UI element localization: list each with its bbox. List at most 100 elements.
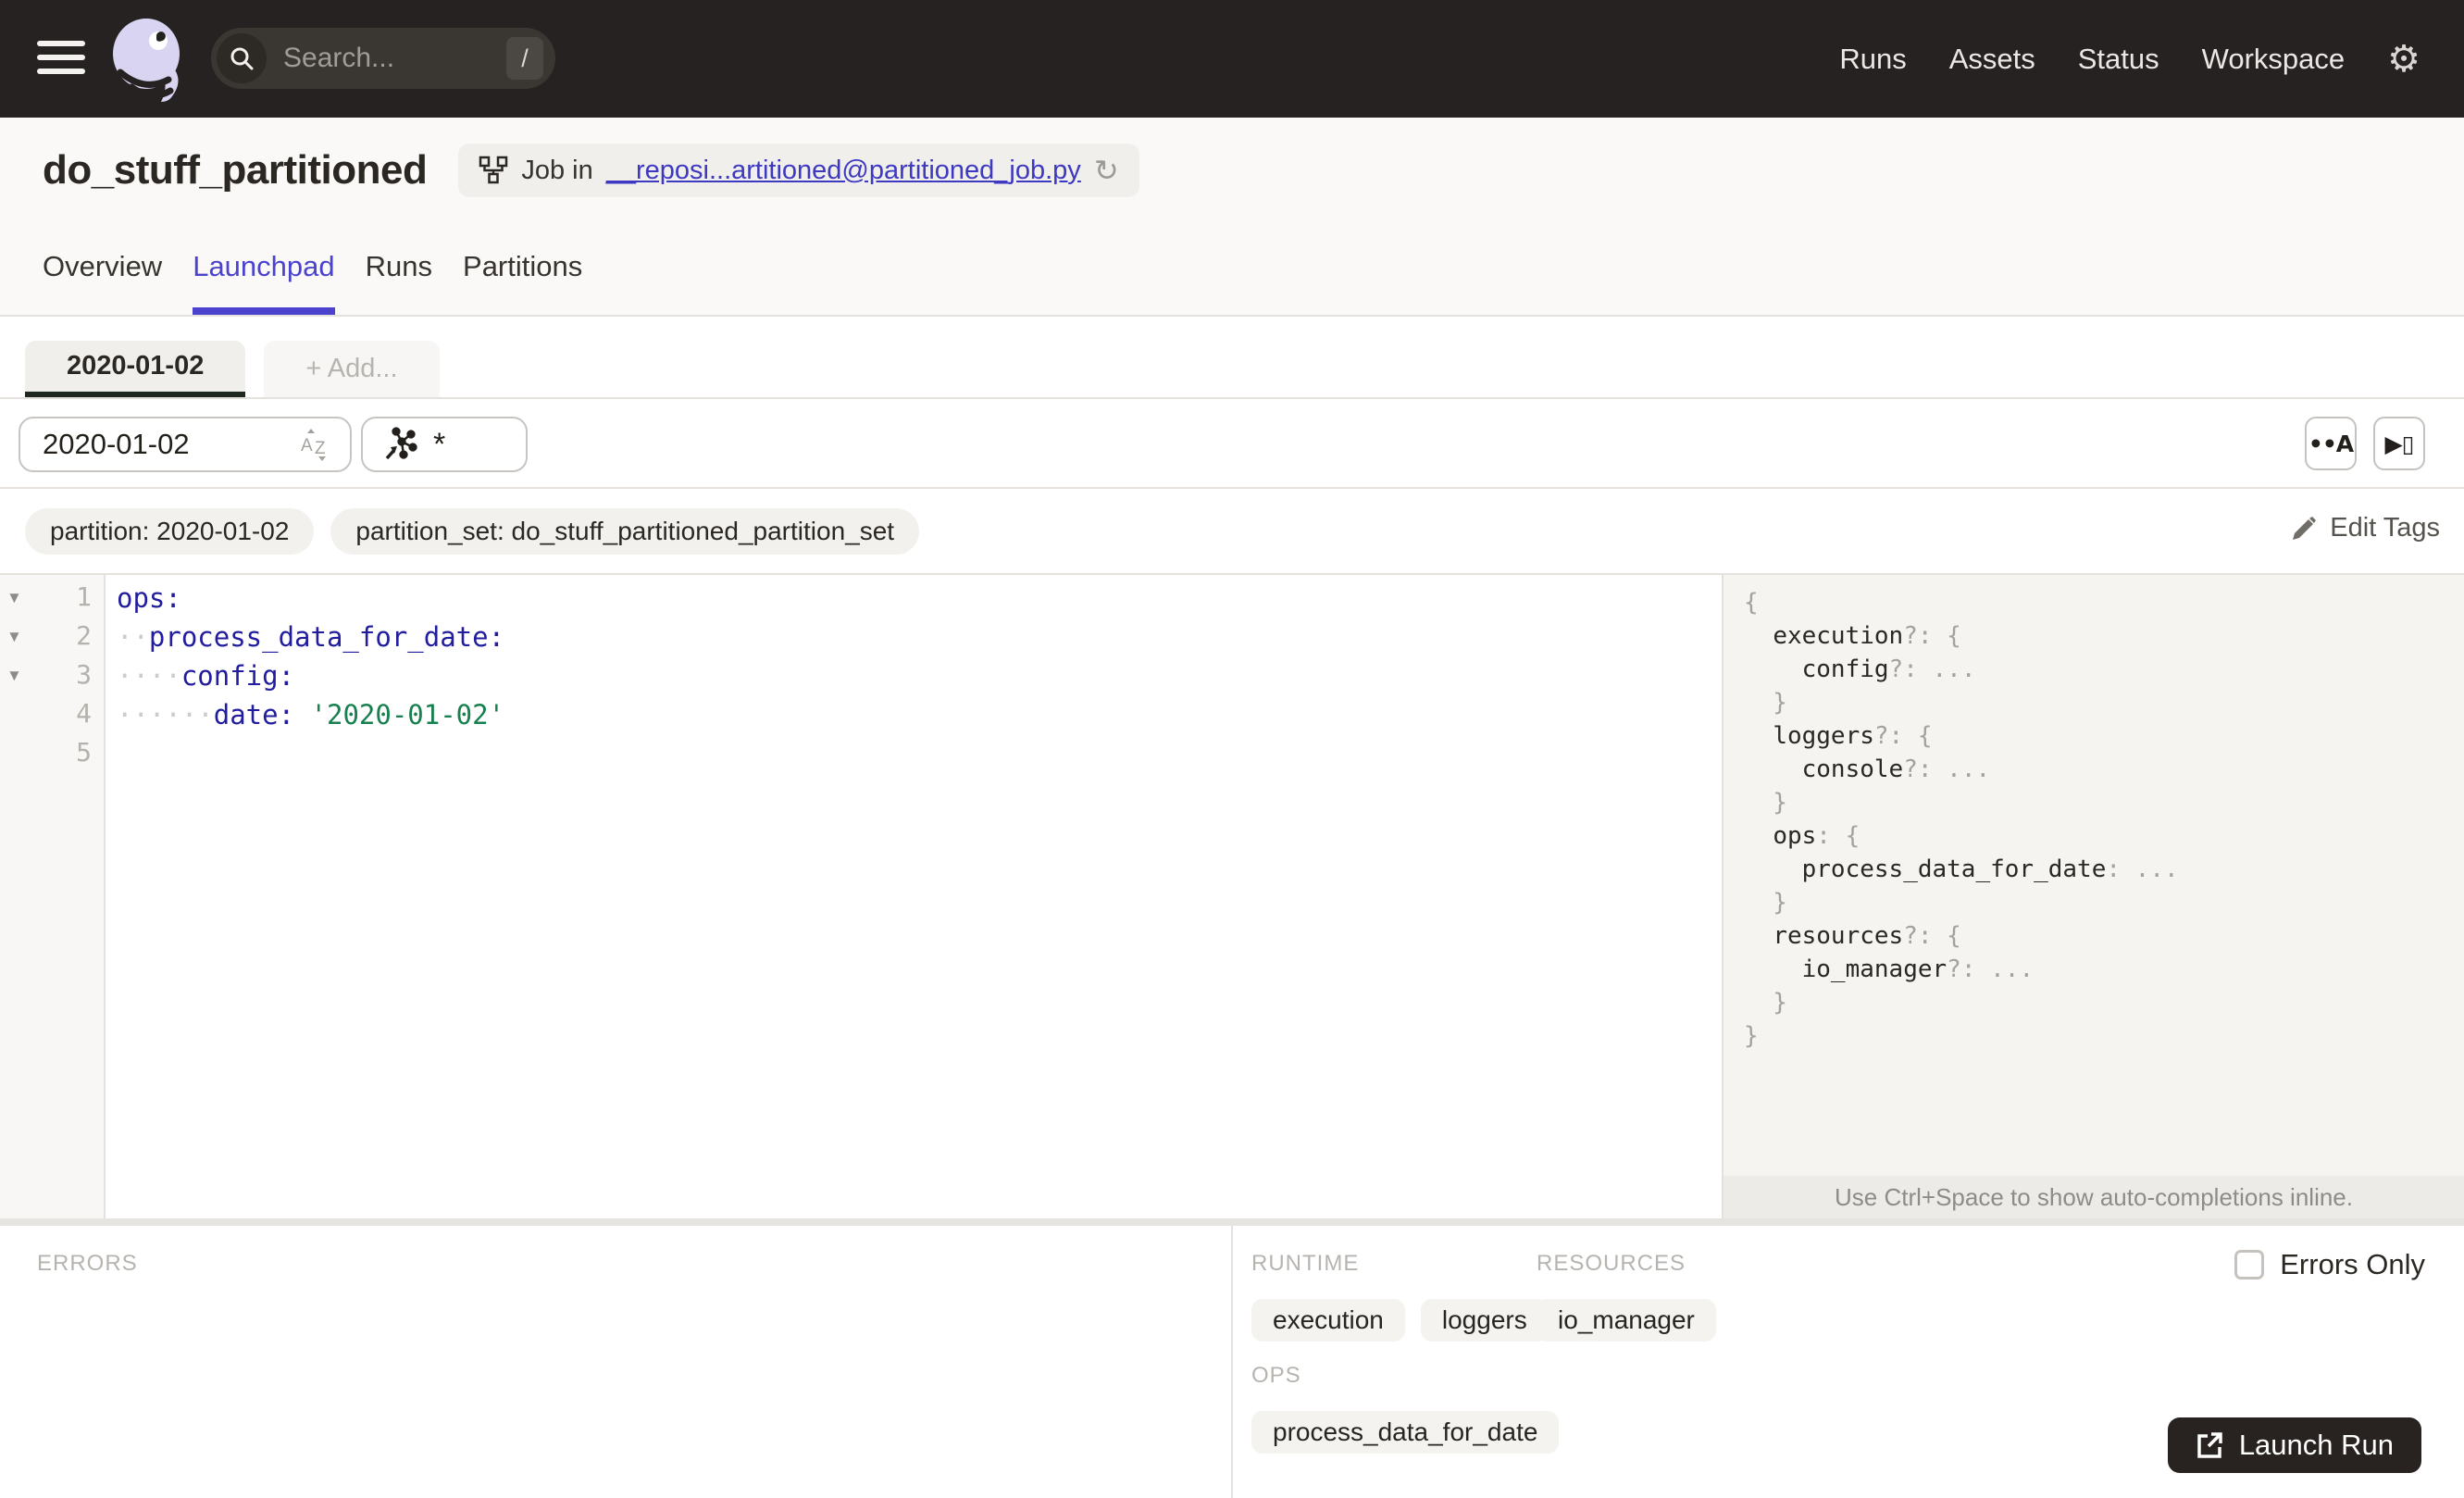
- gutter-line: 4: [0, 695, 104, 734]
- schema-line: }: [1744, 689, 1787, 717]
- top-nav-bar: Search... / Runs Assets Status Workspace…: [0, 0, 2464, 118]
- ops-group: OPS process_data_for_date: [1251, 1363, 1560, 1454]
- config-tab-partition[interactable]: 2020-01-02: [25, 341, 246, 397]
- errors-only-label: Errors Only: [2280, 1248, 2425, 1280]
- schema-line: loggers?: {: [1773, 722, 1933, 750]
- schema-line: }: [1744, 889, 1787, 917]
- job-origin-link[interactable]: __reposi...artitioned@partitioned_job.py: [606, 156, 1081, 186]
- run-tag: partition_set: do_stuff_partitioned_part…: [330, 508, 920, 555]
- job-origin-badge: Job in __reposi...artitioned@partitioned…: [458, 144, 1139, 197]
- nav-runs[interactable]: Runs: [1839, 43, 1906, 76]
- tab-runs[interactable]: Runs: [366, 250, 432, 315]
- schema-line: resources?: {: [1773, 922, 1961, 950]
- edit-tags-button[interactable]: Edit Tags: [2290, 513, 2440, 543]
- search-shortcut-badge: /: [506, 37, 543, 80]
- ops-label: OPS: [1251, 1363, 1301, 1388]
- autocomplete-hint: Use Ctrl+Space to show auto-completions …: [1724, 1176, 2464, 1218]
- schema-line: process_data_for_date: ...: [1801, 855, 2179, 883]
- workflow-icon: [479, 156, 508, 184]
- runtime-chip[interactable]: loggers: [1420, 1299, 1549, 1342]
- gutter-line: ▼ 2: [0, 618, 104, 656]
- nav-workspace[interactable]: Workspace: [2202, 43, 2346, 76]
- tab-overview[interactable]: Overview: [43, 250, 162, 315]
- errors-section-label: ERRORS: [37, 1251, 138, 1276]
- page-title: do_stuff_partitioned: [43, 147, 428, 193]
- resources-label: RESOURCES: [1537, 1251, 1686, 1276]
- job-tabs: Overview Launchpad Runs Partitions: [43, 250, 582, 315]
- line-number: 2: [76, 620, 92, 651]
- line-number: 4: [76, 698, 92, 729]
- dagster-logo-icon[interactable]: [104, 13, 193, 106]
- launch-run-label: Launch Run: [2238, 1429, 2394, 1461]
- ops-chip[interactable]: process_data_for_date: [1251, 1411, 1560, 1454]
- schema-line: ops: {: [1773, 822, 1860, 850]
- tab-launchpad[interactable]: Launchpad: [193, 250, 335, 315]
- fold-arrow-icon[interactable]: ▼: [6, 589, 22, 607]
- config-schema-panel: { execution?: { config?: ... } loggers?:…: [1722, 575, 2464, 1218]
- tags-row: partition: 2020-01-02 partition_set: do_s…: [0, 489, 2464, 575]
- launchpad-page: Search... / Runs Assets Status Workspace…: [0, 0, 2464, 1498]
- partition-select-value: 2020-01-02: [43, 428, 190, 460]
- selector-row: 2020-01-02 A Z * ••A ▶▯: [0, 399, 2464, 489]
- schema-line: }: [1744, 989, 1787, 1017]
- top-nav-links: Runs Assets Status Workspace ⚙: [1839, 0, 2420, 118]
- nav-status[interactable]: Status: [2078, 43, 2159, 76]
- op-graph-icon: [385, 427, 417, 460]
- gutter-line: 5: [0, 734, 104, 773]
- panel-splitter[interactable]: [0, 1218, 2464, 1226]
- add-config-tab-button[interactable]: + Add...: [264, 341, 440, 397]
- schema-line: {: [1744, 589, 1759, 617]
- page-header: do_stuff_partitioned Job in __reposi...a…: [0, 118, 2464, 317]
- edit-tags-label: Edit Tags: [2330, 513, 2440, 543]
- job-badge-prefix: Job in: [521, 155, 593, 185]
- bottom-divider: [1231, 1226, 1233, 1498]
- schema-line: config?: ...: [1801, 655, 1976, 683]
- code-line: ··process_data_for_date:: [117, 621, 505, 653]
- global-search[interactable]: Search... /: [211, 28, 555, 89]
- config-editor-area: ▼ 1 ▼ 2 ▼ 3 4 5 ops: ··process_data_for_date: ···…: [0, 575, 2464, 1218]
- errors-only-checkbox[interactable]: [2234, 1250, 2265, 1280]
- whitespace-toggle-button[interactable]: ••A: [2305, 417, 2357, 470]
- search-input[interactable]: Search...: [283, 43, 506, 74]
- runtime-chip[interactable]: execution: [1251, 1299, 1405, 1342]
- svg-text:Z: Z: [315, 439, 326, 458]
- schema-line: execution?: {: [1773, 622, 1961, 650]
- code-line: ······date: '2020-01-02': [117, 699, 505, 730]
- nav-assets[interactable]: Assets: [1949, 43, 2035, 76]
- schema-line: console?: ...: [1801, 755, 1991, 783]
- errors-only-toggle[interactable]: Errors Only: [2234, 1248, 2425, 1281]
- resources-group: RESOURCES io_manager: [1537, 1251, 1716, 1342]
- yaml-editor[interactable]: ops: ··process_data_for_date: ····config: ·…: [107, 575, 1722, 1218]
- launch-external-icon: [2197, 1432, 2222, 1458]
- fold-arrow-icon[interactable]: ▼: [6, 628, 22, 646]
- settings-gear-icon[interactable]: ⚙: [2387, 41, 2420, 78]
- schema-line: io_manager?: ...: [1801, 955, 2035, 983]
- schema-line: }: [1744, 789, 1787, 817]
- runtime-label: RUNTIME: [1251, 1251, 1360, 1276]
- op-selection-value: *: [433, 426, 446, 462]
- search-icon: [217, 33, 267, 83]
- run-tag: partition: 2020-01-02: [25, 508, 315, 555]
- op-selection-input[interactable]: *: [361, 417, 528, 472]
- hamburger-menu-icon[interactable]: [37, 41, 85, 76]
- gutter-line: ▼ 1: [0, 579, 104, 618]
- fold-arrow-icon[interactable]: ▼: [6, 667, 22, 685]
- line-number: 1: [76, 581, 92, 612]
- pencil-icon: [2293, 516, 2317, 540]
- code-line: ····config:: [117, 660, 295, 692]
- partition-select[interactable]: 2020-01-02 A Z: [19, 417, 352, 472]
- config-tab-strip: 2020-01-02 + Add...: [0, 317, 2464, 399]
- sort-az-icon: A Z: [301, 429, 326, 461]
- bottom-panel: ERRORS RUNTIME execution loggers RESOURCE…: [0, 1226, 2464, 1498]
- reload-icon[interactable]: ↻: [1094, 153, 1119, 188]
- scroll-to-cursor-button[interactable]: ▶▯: [2373, 417, 2425, 470]
- svg-text:A: A: [301, 436, 313, 456]
- gutter-line: ▼ 3: [0, 656, 104, 695]
- schema-line: }: [1744, 1022, 1759, 1050]
- line-number: 3: [76, 659, 92, 690]
- tab-partitions[interactable]: Partitions: [463, 250, 582, 315]
- line-number: 5: [76, 737, 92, 768]
- editor-gutter: ▼ 1 ▼ 2 ▼ 3 4 5: [0, 575, 106, 1218]
- resources-chip[interactable]: io_manager: [1537, 1299, 1716, 1342]
- launch-run-button[interactable]: Launch Run: [2167, 1417, 2421, 1473]
